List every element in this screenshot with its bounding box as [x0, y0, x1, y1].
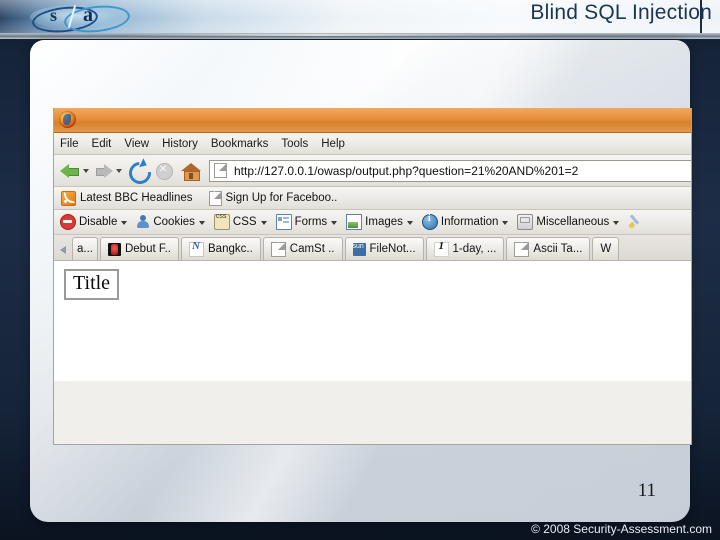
- information-icon: [421, 213, 438, 230]
- page-icon: [214, 163, 227, 178]
- devtool-label: Information: [440, 216, 499, 228]
- images-icon: [346, 214, 363, 230]
- bookmark-label: Sign Up for Faceboo..: [225, 192, 338, 204]
- menu-item-tools[interactable]: Tools: [281, 138, 308, 150]
- slide-number: 11: [637, 480, 656, 501]
- menu-item-view[interactable]: View: [124, 138, 149, 150]
- browser-bookmarks-toolbar: Latest BBC Headlines Sign Up for Faceboo…: [54, 187, 691, 210]
- rss-feed-icon: [61, 190, 76, 206]
- url-text: http://127.0.0.1/owasp/output.php?questi…: [234, 163, 579, 178]
- devtool-images-menu[interactable]: Images: [346, 214, 413, 230]
- chevron-down-icon: [502, 221, 509, 225]
- tab-filenot[interactable]: FileNot...: [344, 237, 424, 260]
- security-assessment-logo: s a: [24, 2, 144, 36]
- tab-bangkok[interactable]: Bangkc..: [181, 237, 261, 260]
- menu-item-bookmarks[interactable]: Bookmarks: [211, 138, 269, 150]
- chevron-down-icon: [198, 221, 205, 225]
- miscellaneous-icon: [517, 214, 534, 230]
- devtool-disable-menu[interactable]: Disable: [60, 214, 128, 230]
- menu-item-file[interactable]: File: [60, 138, 79, 150]
- forms-icon: [275, 214, 292, 230]
- chevron-down-icon: [331, 221, 338, 225]
- tab-scroll-left-icon[interactable]: [56, 238, 72, 260]
- home-icon[interactable]: [179, 160, 203, 182]
- url-address-bar[interactable]: http://127.0.0.1/owasp/output.php?questi…: [209, 159, 691, 182]
- chevron-down-icon: [613, 221, 620, 225]
- page-title-box: Title: [64, 269, 120, 300]
- devtool-label: Cookies: [153, 216, 195, 228]
- tab-one-day[interactable]: 1-day, ...: [425, 237, 505, 260]
- tab-label: Debut F..: [124, 243, 172, 255]
- debut-icon: [107, 242, 121, 256]
- bookmark-sign-up-for-facebook[interactable]: Sign Up for Faceboo..: [208, 190, 338, 206]
- devtool-label: Forms: [294, 216, 328, 228]
- bookmark-latest-bbc-headlines[interactable]: Latest BBC Headlines: [61, 190, 193, 206]
- disable-icon: [60, 214, 76, 230]
- tab-label: Ascii Ta...: [533, 243, 583, 255]
- menu-item-history[interactable]: History: [162, 138, 198, 150]
- forward-history-dropdown-icon[interactable]: [115, 159, 124, 183]
- bangkok-icon: [189, 240, 205, 257]
- menu-item-help[interactable]: Help: [321, 138, 345, 150]
- slide-header: s a Blind SQL Injection: [0, 0, 720, 36]
- devtool-information-menu[interactable]: Information: [421, 213, 509, 230]
- firefox-browser-window: File Edit View History Bookmarks Tools H…: [53, 108, 692, 445]
- menu-item-edit[interactable]: Edit: [92, 138, 112, 150]
- tab-label: FileNot...: [369, 243, 416, 255]
- chevron-down-icon: [406, 221, 413, 225]
- logo-letter-a: a: [83, 4, 93, 26]
- tab-label: a...: [77, 243, 93, 255]
- tab-label: W: [600, 243, 612, 255]
- logo-letter-s: s: [50, 5, 58, 25]
- page-icon: [208, 190, 222, 206]
- cookie-icon: [136, 215, 150, 229]
- web-developer-toolbar: Disable Cookies CSS Forms: [54, 210, 691, 235]
- page-title-text: Title: [73, 272, 111, 294]
- tab-a[interactable]: a...: [72, 237, 98, 260]
- css-icon: [213, 213, 230, 230]
- one-icon: [433, 240, 449, 257]
- firefox-icon: [59, 111, 76, 128]
- tab-label: 1-day, ...: [452, 243, 497, 255]
- devtool-css-menu[interactable]: CSS: [213, 213, 267, 230]
- sun-icon: [352, 242, 366, 256]
- page-icon: [514, 241, 530, 257]
- back-arrow-icon[interactable]: [58, 159, 82, 183]
- tab-label: CamSt ..: [289, 243, 335, 255]
- tab-camst[interactable]: CamSt ..: [262, 237, 343, 260]
- slide-title: Blind SQL Injection: [530, 1, 712, 24]
- devtool-label: CSS: [232, 216, 257, 228]
- browser-tab-bar: a... Debut F.. Bangkc.. CamSt .. FileNot…: [54, 235, 691, 261]
- stop-icon[interactable]: [153, 160, 175, 182]
- reload-icon[interactable]: [127, 160, 149, 182]
- page-icon: [270, 241, 286, 257]
- devtool-miscellaneous-menu[interactable]: Miscellaneous: [517, 214, 620, 230]
- tab-w[interactable]: W: [592, 237, 620, 260]
- browser-menubar: File Edit View History Bookmarks Tools H…: [54, 133, 691, 155]
- tab-label: Bangkc..: [208, 243, 253, 255]
- devtool-label: Images: [365, 216, 403, 228]
- browser-titlebar: [54, 108, 691, 133]
- browser-navigation-toolbar: http://127.0.0.1/owasp/output.php?questi…: [54, 155, 691, 187]
- tab-ascii-table[interactable]: Ascii Ta...: [506, 237, 591, 260]
- slide-content-panel: File Edit View History Bookmarks Tools H…: [30, 40, 692, 522]
- devtool-label: Miscellaneous: [536, 216, 610, 228]
- devtool-cookies-menu[interactable]: Cookies: [136, 215, 205, 229]
- browser-page-content: Title: [54, 261, 691, 381]
- header-rule-highlight: [120, 34, 560, 36]
- paintbrush-icon[interactable]: [628, 214, 644, 230]
- forward-arrow-icon[interactable]: [91, 159, 115, 183]
- copyright-notice: © 2008 Security-Assessment.com: [531, 522, 712, 536]
- chevron-down-icon: [121, 221, 128, 225]
- devtool-label: Disable: [79, 216, 118, 228]
- devtool-forms-menu[interactable]: Forms: [275, 214, 338, 230]
- back-history-dropdown-icon[interactable]: [82, 159, 91, 183]
- tab-debut[interactable]: Debut F..: [99, 237, 180, 260]
- chevron-down-icon: [260, 221, 267, 225]
- presentation-slide: s a Blind SQL Injection File Edit View H…: [0, 0, 720, 540]
- bookmark-label: Latest BBC Headlines: [80, 192, 193, 204]
